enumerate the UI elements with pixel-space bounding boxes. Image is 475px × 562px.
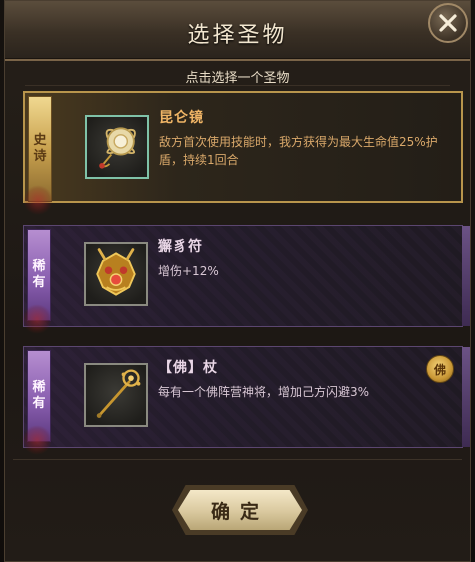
buddha-faction-badge: 佛 (426, 355, 454, 383)
item-icon-frame (84, 242, 148, 306)
rarity-char: 稀 (32, 380, 46, 395)
relic-card-buddha-staff[interactable]: 稀 有 【佛】杖 每有一个佛阵营神将，增加己方闪避3% 佛 (22, 346, 470, 455)
rarity-ribbon-rare: 稀 有 (22, 230, 52, 334)
tassel-decoration (22, 304, 52, 334)
instruction-text: 点击选择一个圣物 (185, 71, 290, 86)
confirm-button[interactable]: 确定 (178, 490, 302, 530)
item-name: 昆仑镜 (159, 110, 204, 126)
item-icon-frame (85, 115, 149, 179)
tassel-decoration (23, 185, 53, 215)
card-edge-decoration (462, 226, 470, 326)
relic-card-xiezhi-talisman[interactable]: 稀 有 獬豸符 增伤+12% (22, 225, 470, 334)
rarity-ribbon-rare: 稀 有 (22, 351, 52, 455)
dialog-title: 选择圣物 (187, 23, 288, 48)
item-name: 【佛】杖 (158, 360, 218, 376)
close-button[interactable] (428, 3, 468, 43)
card-edge-decoration (462, 347, 470, 447)
relic-card-kunlun-mirror[interactable]: 史 诗 昆仑镜 敌方首次使用技能时，我方获得为最大生命值25%护盾，持续1回合 (23, 91, 463, 215)
relic-select-dialog: 选择圣物 点击选择一个圣物 史 诗 昆仑镜 敌方首次使用技能时，我方获得为最大生… (4, 0, 471, 562)
item-name: 獬豸符 (158, 239, 203, 255)
rarity-char: 稀 (32, 259, 46, 274)
tassel-decoration (22, 425, 52, 455)
xiezhi-talisman-icon (96, 248, 136, 296)
item-description: 敌方首次使用技能时，我方获得为最大生命值25%护盾，持续1回合 (159, 135, 438, 167)
footer-divider (13, 459, 462, 460)
item-icon-frame (84, 363, 148, 427)
instruction-bar: 点击选择一个圣物 (25, 61, 450, 86)
item-description: 增伤+12% (158, 264, 219, 278)
rarity-char: 诗 (33, 149, 47, 164)
dialog-header: 选择圣物 (5, 1, 470, 61)
kunlun-mirror-icon (99, 127, 136, 169)
rarity-char: 有 (32, 275, 46, 290)
close-icon (439, 14, 457, 32)
rarity-char: 史 (33, 133, 47, 148)
item-description: 每有一个佛阵营神将，增加己方闪避3% (158, 385, 370, 399)
rarity-char: 有 (32, 396, 46, 411)
buddha-staff-icon (96, 369, 141, 418)
rarity-ribbon-epic: 史 诗 (23, 97, 53, 215)
